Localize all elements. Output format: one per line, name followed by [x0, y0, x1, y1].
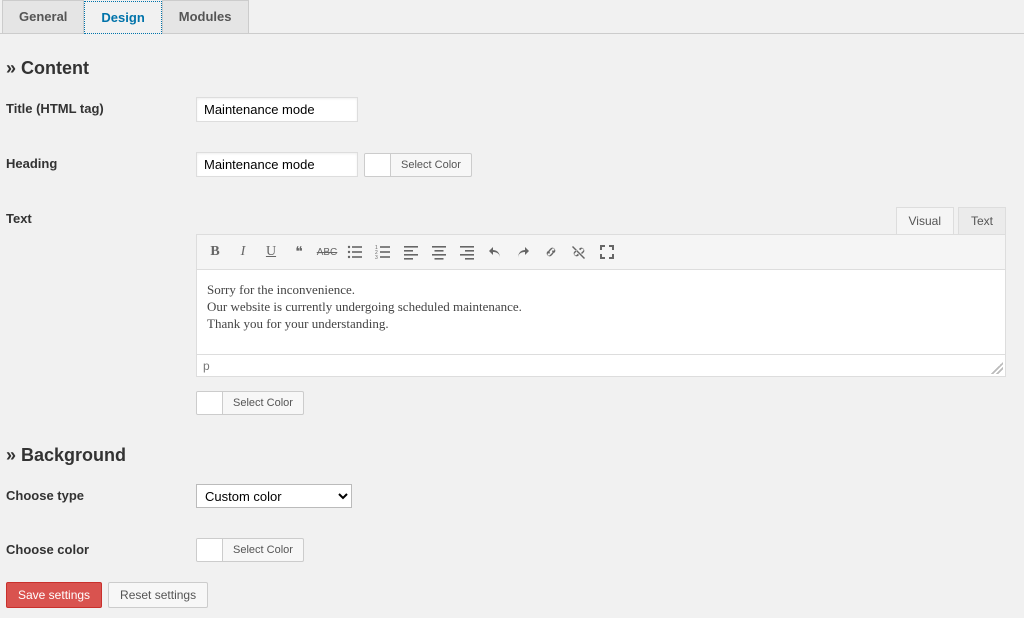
tab-modules[interactable]: Modules	[162, 0, 249, 33]
bold-icon[interactable]: B	[203, 240, 227, 264]
row-title: Title (HTML tag)	[6, 97, 1014, 122]
label-text: Text	[6, 207, 196, 226]
fullscreen-icon[interactable]	[595, 240, 619, 264]
link-icon[interactable]	[539, 240, 563, 264]
tabs-nav: General Design Modules	[0, 0, 1024, 34]
label-choose-color: Choose color	[6, 538, 196, 557]
align-center-icon[interactable]	[427, 240, 451, 264]
editor-line: Our website is currently undergoing sche…	[207, 299, 995, 316]
editor-tab-text[interactable]: Text	[958, 207, 1006, 234]
strikethrough-icon[interactable]: ABC	[315, 240, 339, 264]
form-actions: Save settings Reset settings	[6, 582, 1014, 608]
align-right-icon[interactable]	[455, 240, 479, 264]
svg-text:3: 3	[375, 255, 378, 260]
label-title: Title (HTML tag)	[6, 97, 196, 116]
align-left-icon[interactable]	[399, 240, 423, 264]
underline-icon[interactable]: U	[259, 240, 283, 264]
label-heading: Heading	[6, 152, 196, 171]
color-swatch-icon	[365, 154, 391, 176]
color-btn-label: Select Color	[391, 159, 471, 171]
editor-toolbar: B I U ❝ ABC 123	[196, 234, 1006, 269]
section-background-header: » Background	[6, 445, 1014, 466]
page-content: » Content Title (HTML tag) Heading Selec…	[0, 34, 1024, 618]
reset-button[interactable]: Reset settings	[108, 582, 208, 608]
blockquote-icon[interactable]: ❝	[287, 240, 311, 264]
input-heading[interactable]	[196, 152, 358, 177]
redo-icon[interactable]	[511, 240, 535, 264]
editor-element-path: p	[203, 359, 210, 373]
color-btn-label: Select Color	[223, 397, 303, 409]
color-swatch-icon	[197, 392, 223, 414]
text-color-button[interactable]: Select Color	[196, 391, 304, 415]
editor-line: Thank you for your understanding.	[207, 316, 995, 333]
color-swatch-icon	[197, 539, 223, 561]
tab-general[interactable]: General	[2, 0, 84, 33]
editor-line: Sorry for the inconvenience.	[207, 282, 995, 299]
editor-tab-visual[interactable]: Visual	[896, 207, 954, 234]
background-color-button[interactable]: Select Color	[196, 538, 304, 562]
numbered-list-icon[interactable]: 123	[371, 240, 395, 264]
rich-text-editor: Visual Text B I U ❝ ABC 123	[196, 207, 1006, 417]
unlink-icon[interactable]	[567, 240, 591, 264]
bullet-list-icon[interactable]	[343, 240, 367, 264]
row-text: Text Visual Text B I U ❝ ABC 123	[6, 207, 1014, 417]
resize-handle-icon[interactable]	[991, 362, 1003, 374]
select-background-type[interactable]: Custom color	[196, 484, 352, 508]
input-title[interactable]	[196, 97, 358, 122]
label-choose-type: Choose type	[6, 484, 196, 503]
color-btn-label: Select Color	[223, 544, 303, 556]
row-choose-color: Choose color Select Color	[6, 538, 1014, 564]
heading-color-button[interactable]: Select Color	[364, 153, 472, 177]
tab-design[interactable]: Design	[84, 1, 161, 34]
save-button[interactable]: Save settings	[6, 582, 102, 608]
editor-mode-tabs: Visual Text	[196, 207, 1006, 234]
undo-icon[interactable]	[483, 240, 507, 264]
italic-icon[interactable]: I	[231, 240, 255, 264]
row-choose-type: Choose type Custom color	[6, 484, 1014, 508]
editor-status-bar: p	[196, 355, 1006, 377]
section-content-header: » Content	[6, 58, 1014, 79]
editor-textarea[interactable]: Sorry for the inconvenience. Our website…	[196, 269, 1006, 355]
row-heading: Heading Select Color	[6, 152, 1014, 177]
